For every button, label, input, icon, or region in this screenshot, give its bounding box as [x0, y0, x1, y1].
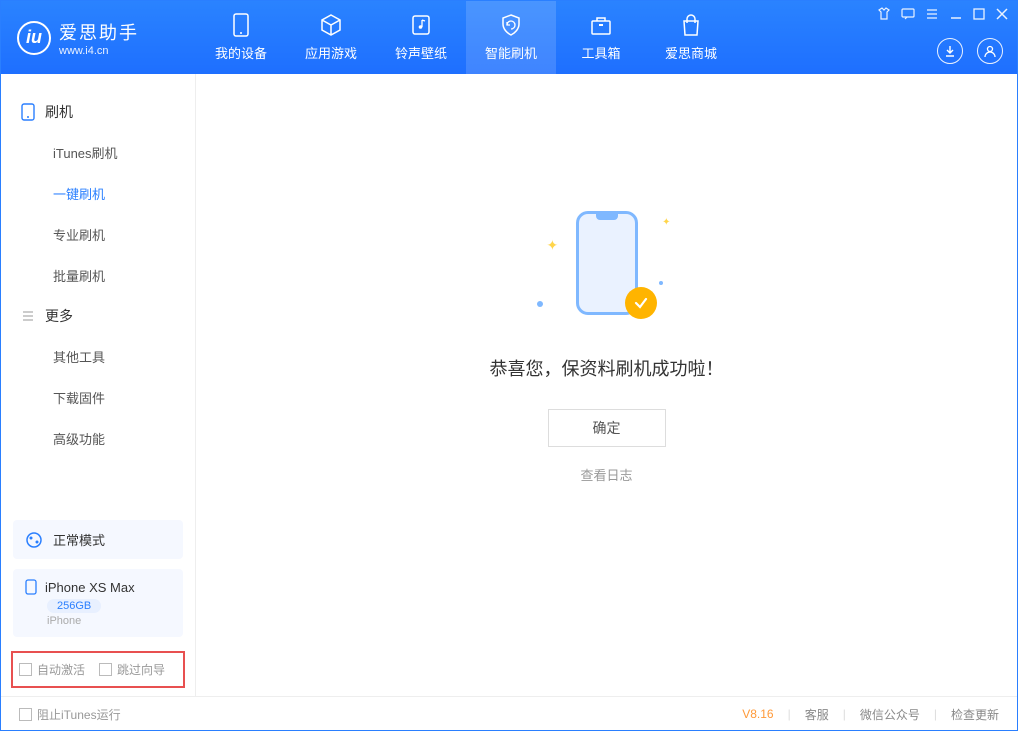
user-icon[interactable] [977, 38, 1003, 64]
separator: | [788, 707, 791, 721]
app-logo-icon: iu [17, 21, 51, 55]
nav-apps-games[interactable]: 应用游戏 [286, 1, 376, 74]
sidebar-item-advanced[interactable]: 高级功能 [1, 418, 195, 459]
chk-label: 自动激活 [37, 661, 85, 678]
nav-my-device[interactable]: 我的设备 [196, 1, 286, 74]
mode-label: 正常模式 [53, 530, 105, 549]
logo-area: iu 爱思助手 www.i4.cn [1, 19, 196, 57]
cube-icon [319, 13, 343, 37]
list-icon [21, 309, 35, 323]
music-note-icon [409, 13, 433, 37]
menu-icon[interactable] [925, 7, 939, 21]
dot-icon [659, 281, 663, 285]
sidebar-item-batch-flash[interactable]: 批量刷机 [1, 255, 195, 296]
download-icon[interactable] [937, 38, 963, 64]
nav-store[interactable]: 爱思商城 [646, 1, 736, 74]
tshirt-icon[interactable] [877, 7, 891, 21]
app-subtitle: www.i4.cn [59, 45, 139, 57]
checkbox-icon [19, 708, 32, 721]
app-header: iu 爱思助手 www.i4.cn 我的设备 应用游戏 铃声壁纸 智能刷机 工具… [1, 1, 1017, 74]
ok-button[interactable]: 确定 [548, 409, 666, 447]
chk-label: 跳过向导 [117, 661, 165, 678]
version-label: V8.16 [742, 707, 773, 721]
phone-small-icon [25, 579, 37, 595]
check-update-link[interactable]: 检查更新 [951, 706, 999, 723]
toolbox-icon [589, 13, 613, 37]
nav-label: 铃声壁纸 [395, 43, 447, 62]
checkbox-icon [99, 663, 112, 676]
device-type: iPhone [47, 615, 171, 627]
mode-indicator[interactable]: 正常模式 [13, 520, 183, 559]
nav-label: 工具箱 [581, 43, 620, 62]
device-info[interactable]: iPhone XS Max 256GB iPhone [13, 569, 183, 637]
nav-smart-flash[interactable]: 智能刷机 [466, 1, 556, 74]
sidebar-item-download-fw[interactable]: 下载固件 [1, 377, 195, 418]
nav-label: 我的设备 [215, 43, 267, 62]
close-icon[interactable] [995, 7, 1009, 21]
shield-refresh-icon [499, 13, 523, 37]
view-log-link[interactable]: 查看日志 [580, 465, 632, 484]
nav-label: 应用游戏 [305, 43, 357, 62]
main-content: ✦ ✦ 恭喜您，保资料刷机成功啦！ 确定 查看日志 [196, 74, 1017, 696]
check-badge-icon [625, 287, 657, 319]
separator: | [843, 707, 846, 721]
sidebar-item-itunes-flash[interactable]: iTunes刷机 [1, 132, 195, 173]
nav-label: 智能刷机 [485, 43, 537, 62]
maximize-icon[interactable] [973, 8, 985, 20]
separator: | [934, 707, 937, 721]
sidebar-section-more: 更多 [1, 296, 195, 336]
header-user-icons [937, 38, 1003, 64]
sparkle-icon: ✦ [547, 237, 559, 254]
success-message: 恭喜您，保资料刷机成功啦！ [490, 355, 724, 381]
shopping-bag-icon [679, 13, 703, 37]
app-title: 爱思助手 [59, 19, 139, 45]
sidebar-item-onekey-flash[interactable]: 一键刷机 [1, 173, 195, 214]
section-title: 刷机 [45, 102, 73, 122]
dot-icon [537, 301, 543, 307]
nav-label: 爱思商城 [665, 43, 717, 62]
phone-icon [229, 13, 253, 37]
sparkle-icon: ✦ [662, 217, 670, 228]
success-illustration: ✦ ✦ [537, 207, 677, 327]
sidebar-item-other-tools[interactable]: 其他工具 [1, 336, 195, 377]
flash-options-highlight: 自动激活 跳过向导 [11, 651, 185, 688]
sidebar: 刷机 iTunes刷机 一键刷机 专业刷机 批量刷机 更多 其他工具 下载固件 … [1, 74, 196, 696]
nav-tabs: 我的设备 应用游戏 铃声壁纸 智能刷机 工具箱 爱思商城 [196, 1, 736, 74]
chk-label: 阻止iTunes运行 [37, 706, 121, 723]
minimize-icon[interactable] [949, 7, 963, 21]
chk-block-itunes[interactable]: 阻止iTunes运行 [19, 706, 121, 723]
support-link[interactable]: 客服 [805, 706, 829, 723]
device-capacity: 256GB [47, 599, 101, 613]
chk-auto-activate[interactable]: 自动激活 [19, 661, 85, 678]
section-title: 更多 [45, 306, 73, 326]
sidebar-section-flash: 刷机 [1, 92, 195, 132]
wechat-link[interactable]: 微信公众号 [860, 706, 920, 723]
nav-toolbox[interactable]: 工具箱 [556, 1, 646, 74]
device-name: iPhone XS Max [45, 580, 135, 595]
mode-icon [25, 531, 43, 549]
chk-skip-guide[interactable]: 跳过向导 [99, 661, 165, 678]
checkbox-icon [19, 663, 32, 676]
sidebar-item-pro-flash[interactable]: 专业刷机 [1, 214, 195, 255]
status-bar: 阻止iTunes运行 V8.16 | 客服 | 微信公众号 | 检查更新 [1, 696, 1017, 731]
nav-ringtone-wallpaper[interactable]: 铃声壁纸 [376, 1, 466, 74]
window-controls [877, 7, 1009, 21]
feedback-icon[interactable] [901, 7, 915, 21]
device-icon [21, 103, 35, 121]
